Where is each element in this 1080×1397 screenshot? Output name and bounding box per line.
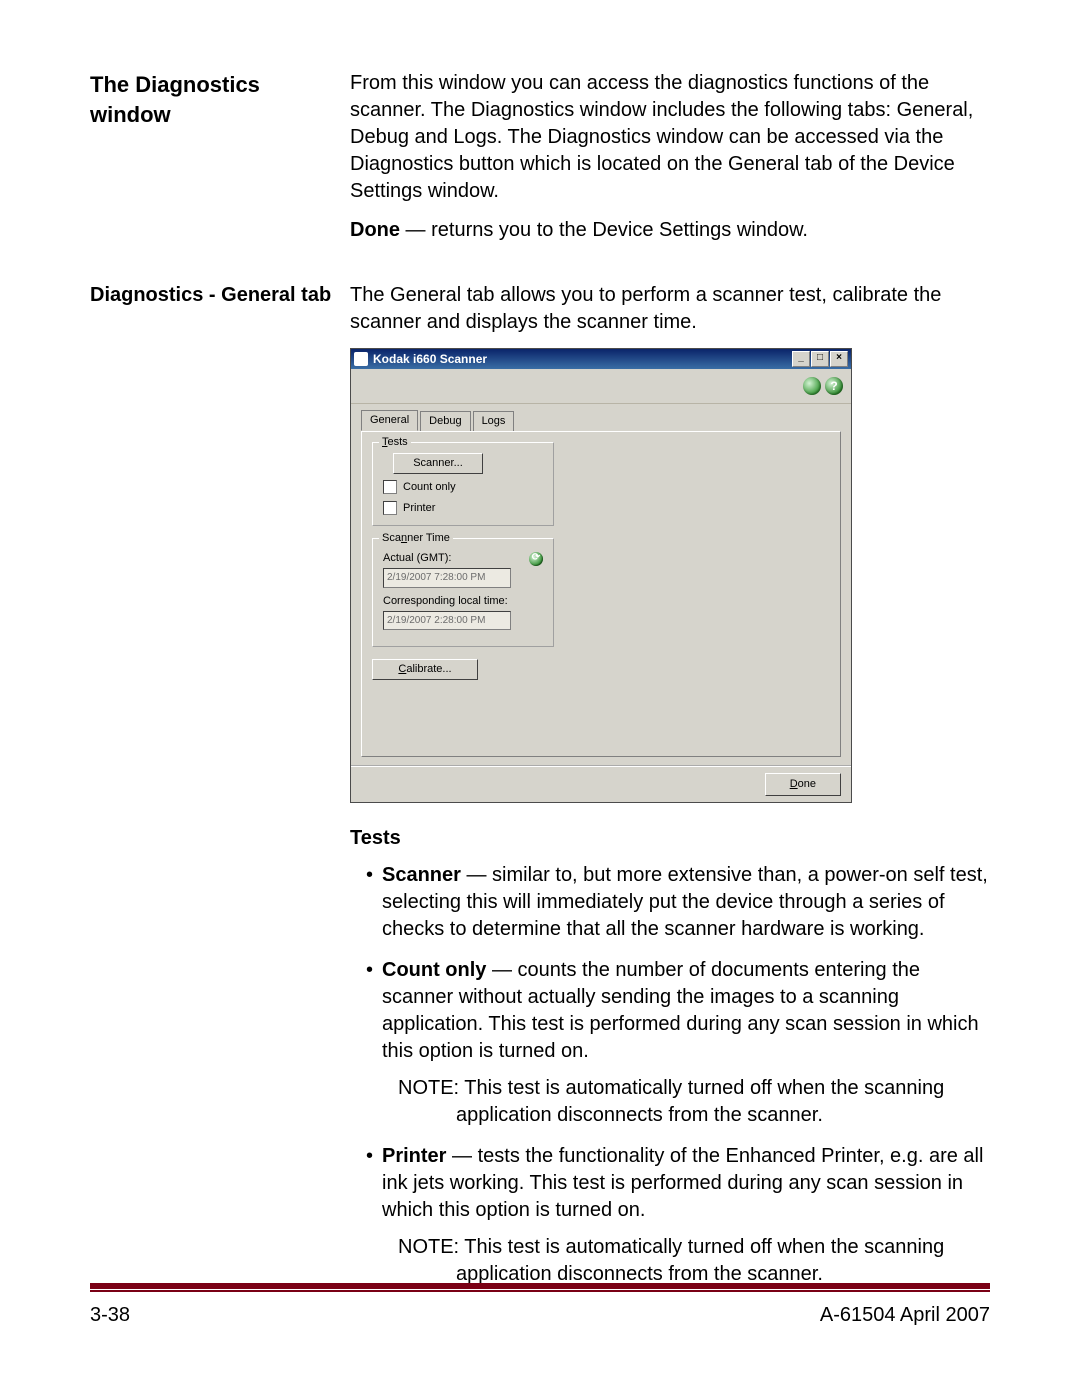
diagnostics-window-done: Done — returns you to the Device Setting…	[350, 217, 990, 244]
tests-heading: Tests	[350, 825, 990, 852]
section-general-tab: Diagnostics - General tab The General ta…	[90, 282, 990, 1302]
footer-doc-id: A-61504 April 2007	[820, 1302, 990, 1329]
checkbox-box	[383, 501, 397, 515]
footer-page-number: 3-38	[90, 1302, 130, 1329]
help-icon[interactable]	[825, 377, 843, 395]
tab-general[interactable]: General	[361, 410, 418, 431]
footer: 3-38 A-61504 April 2007	[90, 1283, 990, 1329]
section-diagnostics-window: The Diagnostics window From this window …	[90, 70, 990, 256]
bullet-count-label: Count only	[382, 959, 486, 981]
window-buttons: _ □ ×	[792, 351, 848, 367]
count-note: NOTE: This test is automatically turned …	[382, 1075, 990, 1129]
group-time-legend: Scanner Time	[379, 531, 453, 546]
section1-body: From this window you can access the diag…	[350, 70, 990, 256]
printer-label: Printer	[403, 501, 435, 516]
tabs: General Debug Logs	[361, 410, 841, 432]
printer-checkbox[interactable]: Printer	[383, 501, 543, 516]
close-button[interactable]: ×	[830, 351, 848, 367]
diagnostics-window-intro: From this window you can access the diag…	[350, 70, 990, 205]
screenshot-dialog: Kodak i660 Scanner _ □ × General	[350, 348, 990, 803]
done-text: — returns you to the Device Settings win…	[400, 219, 808, 241]
dialog-body: General Debug Logs Tests Scanner...	[351, 404, 851, 765]
titlebar: Kodak i660 Scanner _ □ ×	[351, 349, 851, 369]
scanner-test-button[interactable]: Scanner...	[393, 453, 483, 474]
group-tests-legend: Tests	[379, 435, 411, 450]
dialog-window: Kodak i660 Scanner _ □ × General	[350, 348, 852, 803]
tab-debug[interactable]: Debug	[420, 411, 470, 432]
bullet-printer-text: — tests the functionality of the Enhance…	[382, 1145, 983, 1221]
count-only-checkbox[interactable]: Count only	[383, 480, 543, 495]
calibrate-wrap: Calibrate...	[372, 659, 830, 680]
bullet-printer-label: Printer	[382, 1145, 446, 1167]
minimize-button[interactable]: _	[792, 351, 810, 367]
bullet-scanner: Scanner — similar to, but more extensive…	[366, 862, 990, 943]
done-button[interactable]: Done	[765, 773, 841, 796]
general-tab-intro: The General tab allows you to perform a …	[350, 282, 990, 336]
tab-panel-general: Tests Scanner... Count only	[361, 431, 841, 757]
group-tests: Tests Scanner... Count only	[372, 442, 554, 527]
bullet-printer: Printer — tests the functionality of the…	[366, 1143, 990, 1288]
bullet-count-only: Count only — counts the number of docume…	[366, 957, 990, 1129]
page: The Diagnostics window From this window …	[0, 0, 1080, 1397]
tab-logs[interactable]: Logs	[473, 411, 515, 432]
calibrate-button[interactable]: Calibrate...	[372, 659, 478, 680]
heading-diagnostics-window: The Diagnostics window	[90, 70, 350, 129]
local-time-label: Corresponding local time:	[383, 594, 543, 609]
actual-gmt-row: Actual (GMT):	[383, 551, 543, 566]
app-icon	[354, 352, 368, 366]
dialog-bottom-bar: Done	[351, 765, 851, 802]
done-label: Done	[350, 219, 400, 241]
actual-gmt-value: 2/19/2007 7:28:00 PM	[383, 568, 511, 588]
actual-gmt-label: Actual (GMT):	[383, 551, 451, 566]
count-only-label: Count only	[403, 480, 456, 495]
printer-note: NOTE: This test is automatically turned …	[382, 1234, 990, 1288]
heading-general-tab: Diagnostics - General tab	[90, 282, 350, 309]
group-scanner-time: Scanner Time Actual (GMT): 2/19/2007 7:2…	[372, 538, 554, 647]
section2-body: The General tab allows you to perform a …	[350, 282, 990, 1302]
checkbox-box	[383, 480, 397, 494]
refresh-icon[interactable]	[529, 552, 543, 566]
tests-bullets: Scanner — similar to, but more extensive…	[350, 862, 990, 1288]
toolbar	[351, 369, 851, 404]
bullet-scanner-label: Scanner	[382, 864, 461, 886]
bullet-scanner-text: — similar to, but more extensive than, a…	[382, 864, 988, 940]
local-time-value: 2/19/2007 2:28:00 PM	[383, 611, 511, 631]
window-title: Kodak i660 Scanner	[373, 351, 487, 367]
home-icon[interactable]	[803, 377, 821, 395]
footer-inner: 3-38 A-61504 April 2007	[90, 1290, 990, 1329]
maximize-button[interactable]: □	[811, 351, 829, 367]
